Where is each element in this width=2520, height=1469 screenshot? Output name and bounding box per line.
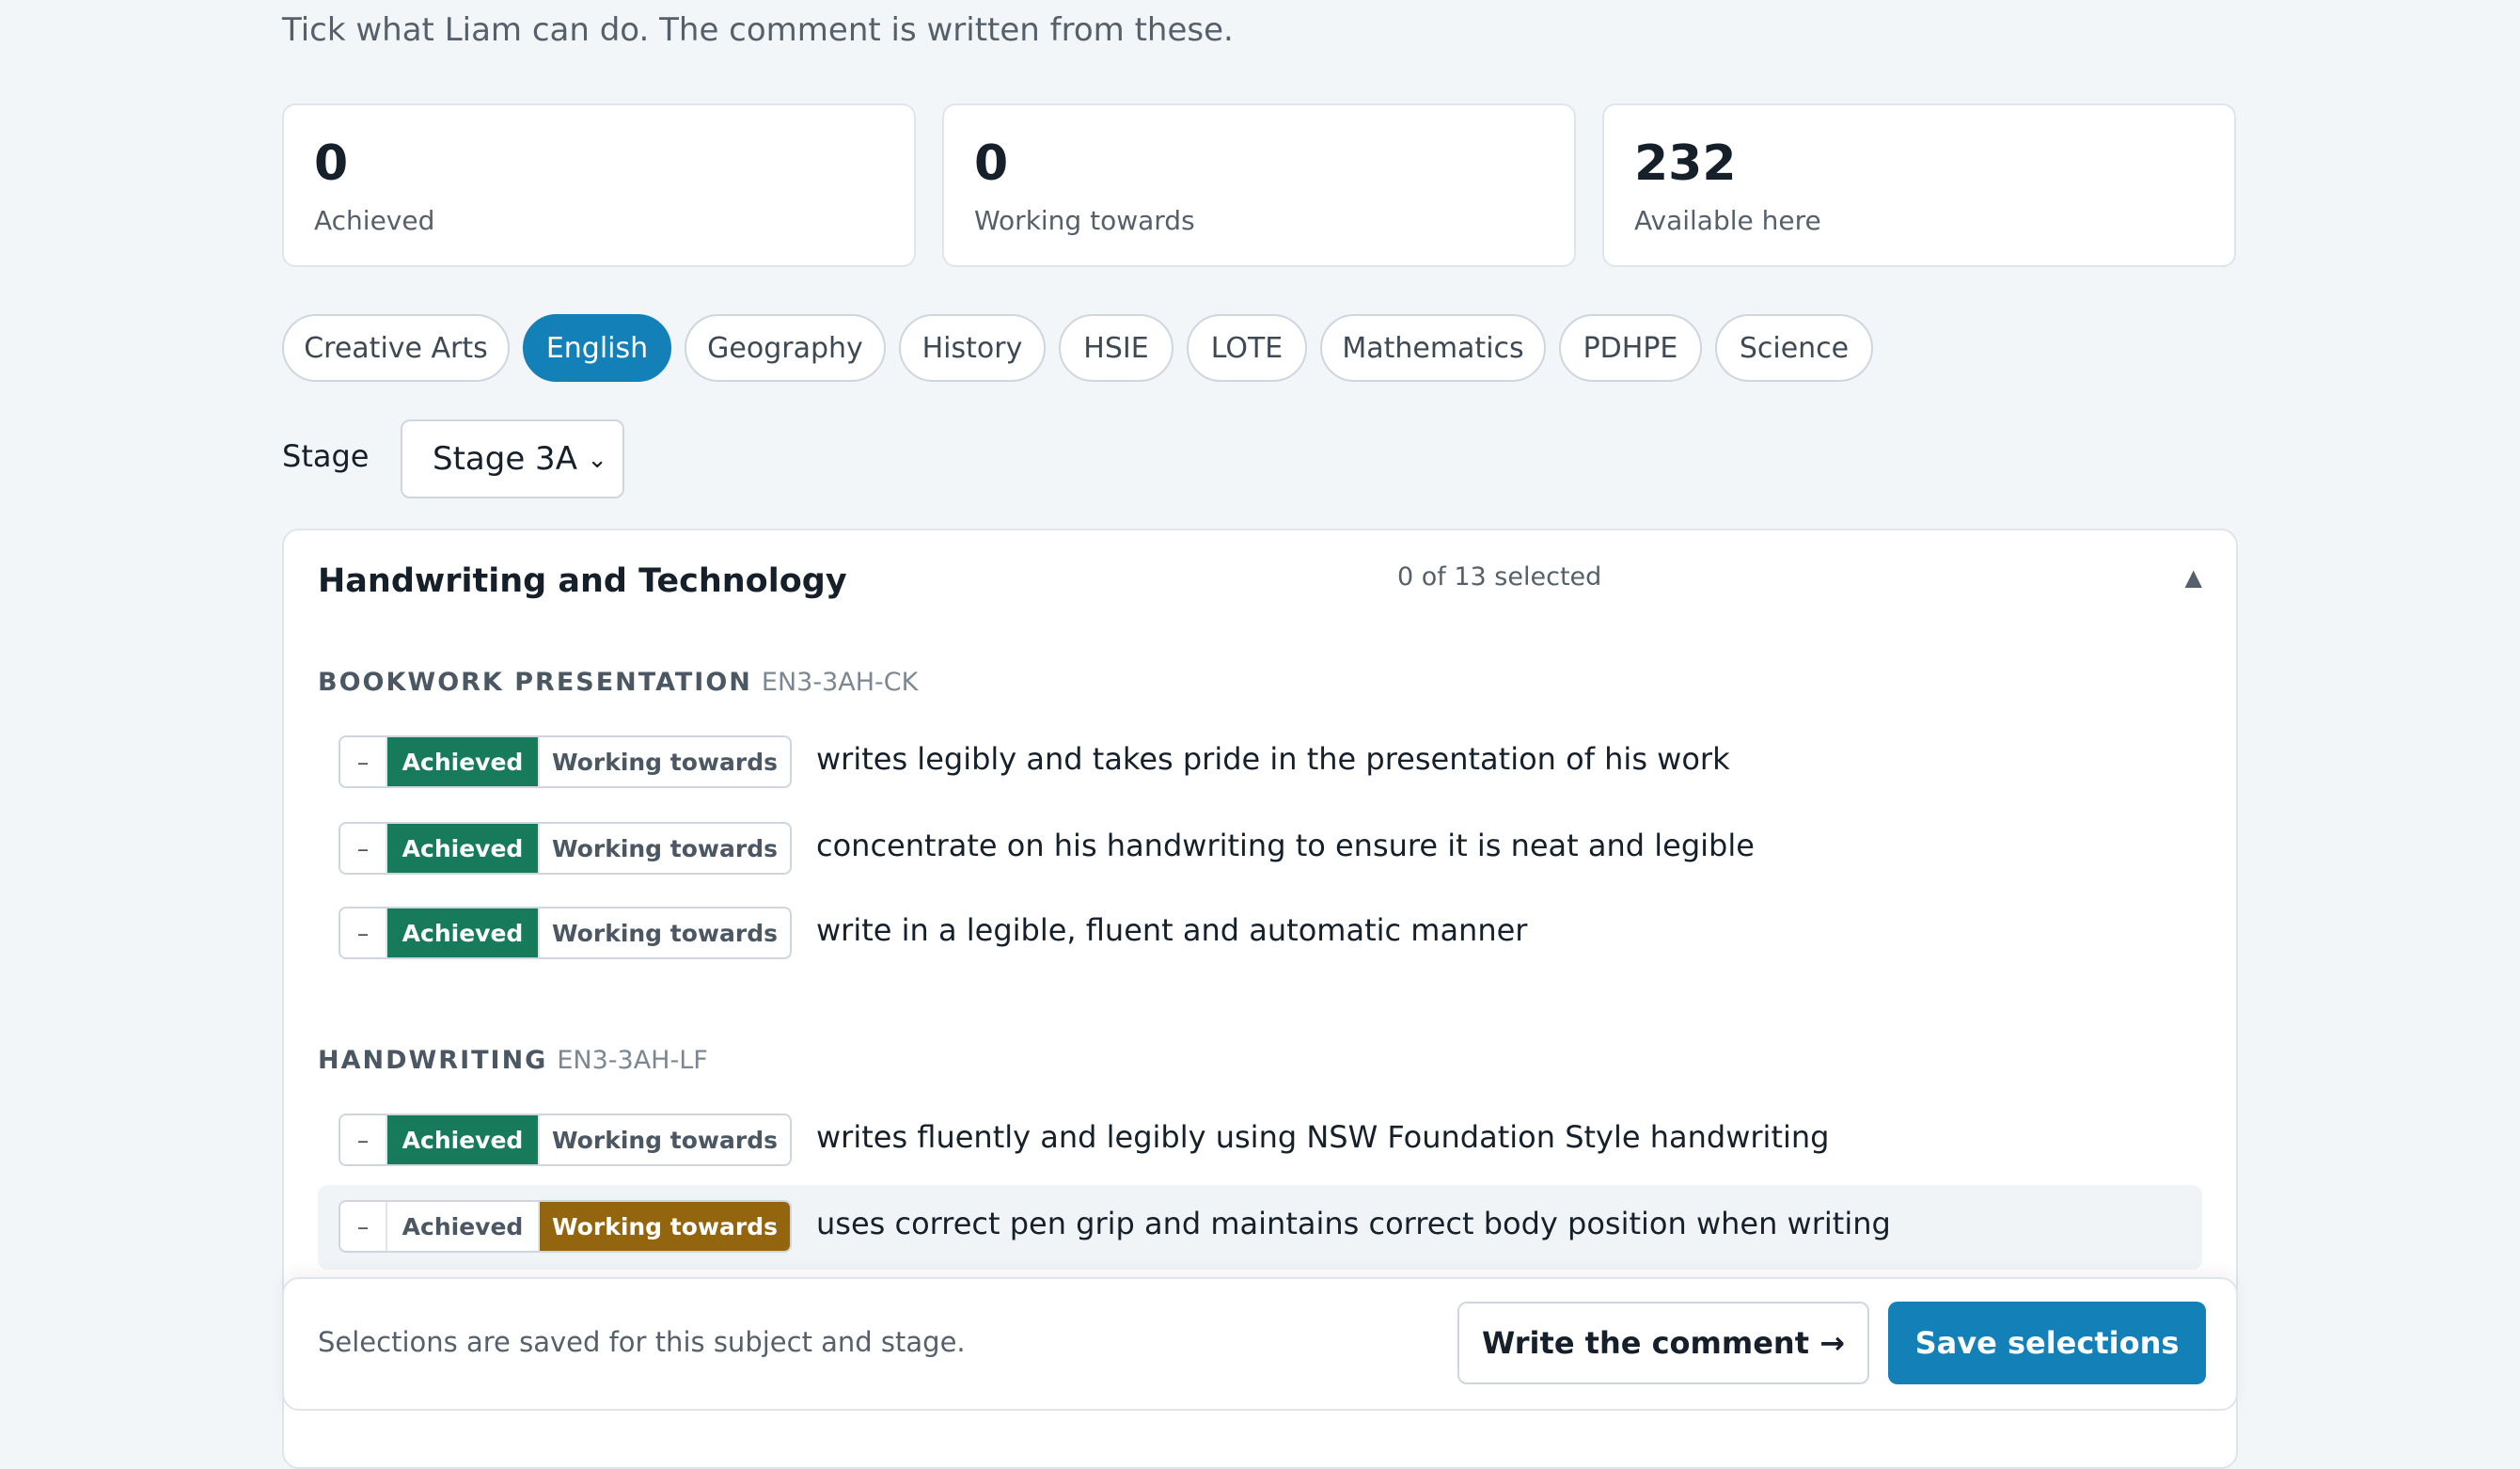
status-segmented-control: – Achieved Working towards [339, 1114, 792, 1166]
tab-pdhpe[interactable]: PDHPE [1559, 314, 1702, 382]
status-segmented-control: – Achieved Working towards [339, 1200, 792, 1253]
stage-select[interactable]: Stage 3A ⌄ [401, 419, 624, 498]
status-achieved-option[interactable]: Achieved [387, 1115, 540, 1164]
outcome-text: write in a legible, fluent and automatic… [816, 912, 1528, 948]
stat-card-achieved: 0 Achieved [282, 103, 916, 267]
stat-label: Available here [1634, 205, 1821, 236]
status-working-option[interactable]: Working towards [540, 824, 790, 873]
tab-geography[interactable]: Geography [685, 314, 886, 382]
tab-mathematics[interactable]: Mathematics [1320, 314, 1546, 382]
stats-row: 0 Achieved 0 Working towards 232 Availab… [282, 103, 2238, 269]
stat-card-available: 232 Available here [1602, 103, 2236, 267]
selected-count: 0 of 13 selected [1397, 562, 1602, 592]
outcome-row: – Achieved Working towards uses correct … [318, 1185, 2202, 1270]
tab-science[interactable]: Science [1715, 314, 1873, 382]
stage-selected-value: Stage 3A [433, 440, 577, 478]
save-selections-button[interactable]: Save selections [1888, 1302, 2206, 1384]
subject-tabs: Creative Arts English Geography History … [282, 314, 2238, 382]
status-none-option[interactable]: – [340, 737, 387, 786]
status-segmented-control: – Achieved Working towards [339, 907, 792, 959]
write-comment-button[interactable]: Write the comment → [1457, 1302, 1869, 1384]
status-none-option[interactable]: – [340, 1202, 387, 1251]
status-achieved-option[interactable]: Achieved [387, 908, 540, 957]
sticky-footer: Selections are saved for this subject an… [282, 1277, 2238, 1411]
outcome-text: writes legibly and takes pride in the pr… [816, 741, 1730, 777]
status-working-option[interactable]: Working towards [540, 1115, 790, 1164]
status-none-option[interactable]: – [340, 1115, 387, 1164]
status-none-option[interactable]: – [340, 908, 387, 957]
section-title[interactable]: Handwriting and Technology [318, 562, 847, 600]
status-none-option[interactable]: – [340, 824, 387, 873]
status-working-option[interactable]: Working towards [540, 1202, 790, 1251]
stat-card-working: 0 Working towards [942, 103, 1576, 267]
outcome-row: – Achieved Working towards writes legibl… [318, 720, 2202, 805]
status-achieved-option[interactable]: Achieved [387, 824, 540, 873]
tab-hsie[interactable]: HSIE [1059, 314, 1173, 382]
tab-lote[interactable]: LOTE [1187, 314, 1307, 382]
stat-value: 0 [974, 135, 1009, 192]
status-working-option[interactable]: Working towards [540, 737, 790, 786]
stat-label: Achieved [314, 205, 435, 236]
outcome-row: – Achieved Working towards concentrate o… [318, 807, 2202, 892]
status-segmented-control: – Achieved Working towards [339, 735, 792, 788]
status-achieved-option[interactable]: Achieved [387, 1202, 540, 1251]
group-code: EN3-3AH-CK [761, 668, 919, 697]
chevron-down-icon: ⌄ [587, 446, 607, 474]
caret-up-icon[interactable]: ▲ [2185, 564, 2202, 591]
outcome-text: writes fluently and legibly using NSW Fo… [816, 1119, 1830, 1155]
stage-label: Stage [282, 438, 370, 474]
status-achieved-option[interactable]: Achieved [387, 737, 540, 786]
group-code: EN3-3AH-LF [557, 1046, 708, 1075]
status-working-option[interactable]: Working towards [540, 908, 790, 957]
tab-creative-arts[interactable]: Creative Arts [282, 314, 510, 382]
outcome-text: concentrate on his handwriting to ensure… [816, 828, 1755, 863]
group-name: HANDWRITING [318, 1046, 548, 1075]
group-name: BOOKWORK PRESENTATION [318, 668, 752, 697]
outcome-row: – Achieved Working towards write in a le… [318, 892, 2202, 976]
footer-note: Selections are saved for this subject an… [318, 1326, 966, 1358]
outcome-row: – Achieved Working towards writes fluent… [318, 1098, 2202, 1183]
stat-label: Working towards [974, 205, 1195, 236]
stat-value: 232 [1634, 135, 1737, 192]
group-heading: HANDWRITING EN3-3AH-LF [318, 1046, 708, 1075]
group-heading: BOOKWORK PRESENTATION EN3-3AH-CK [318, 668, 918, 697]
tab-history[interactable]: History [899, 314, 1046, 382]
status-segmented-control: – Achieved Working towards [339, 822, 792, 875]
tab-english[interactable]: English [523, 314, 671, 382]
stat-value: 0 [314, 135, 349, 192]
intro-text: Tick what Liam can do. The comment is wr… [282, 11, 1234, 49]
outcome-text: uses correct pen grip and maintains corr… [816, 1206, 1891, 1241]
